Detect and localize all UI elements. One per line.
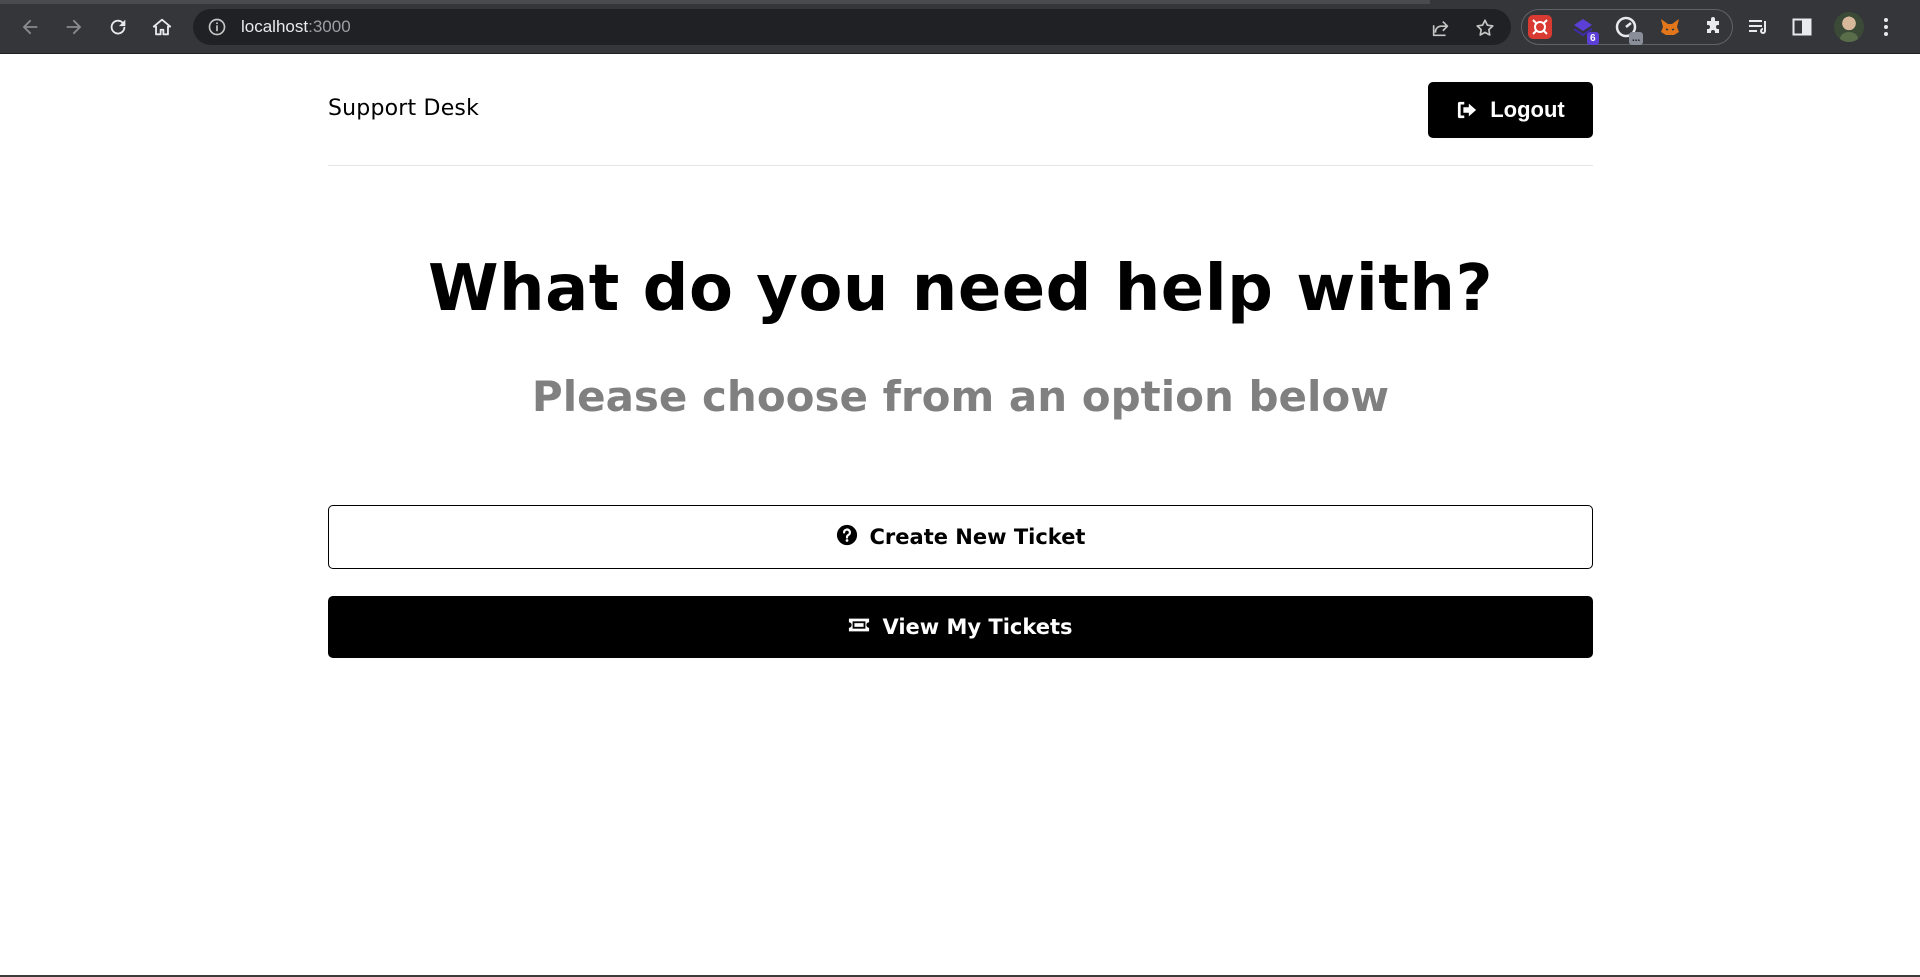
bookmark-star-icon[interactable] [1474,17,1496,39]
sign-out-icon [1458,101,1477,119]
content-container: Support Desk Logout What do you need hel… [328,54,1593,658]
tab-strip-edge [0,0,1430,4]
url-host: localhost [241,17,309,36]
site-logo-link[interactable]: Support Desk [328,96,479,121]
view-my-tickets-label: View My Tickets [882,615,1073,639]
url-port: :3000 [308,17,351,36]
page-subheading: Please choose from an option below [531,372,1390,421]
page-viewport: Support Desk Logout What do you need hel… [0,54,1920,977]
extension-badge-count: 6 [1587,32,1599,45]
home-icon [152,18,172,36]
logout-button[interactable]: Logout [1428,82,1593,138]
share-icon[interactable] [1430,17,1452,39]
url-text: localhost:3000 [241,17,351,37]
reload-button[interactable] [102,11,134,43]
create-new-ticket-label: Create New Ticket [869,525,1086,549]
browser-toolbar: localhost:3000 6 ... [0,0,1920,54]
ticket-icon [849,618,870,632]
question-circle-icon [836,524,857,546]
puzzle-extensions-icon[interactable] [1702,15,1726,39]
home-button[interactable] [146,11,178,43]
more-menu-icon[interactable] [1882,15,1890,39]
info-icon[interactable] [207,17,227,37]
extension-red-icon[interactable] [1528,15,1552,39]
metamask-fox-icon[interactable] [1658,15,1682,39]
address-bar[interactable]: localhost:3000 [193,9,1511,45]
arrow-right-icon [66,19,82,35]
page-heading: What do you need help with? [427,252,1494,326]
site-header: Support Desk Logout [328,54,1593,166]
back-button[interactable] [14,11,46,43]
profile-avatar[interactable] [1834,12,1864,42]
view-my-tickets-button[interactable]: View My Tickets [328,596,1593,658]
forward-button[interactable] [58,11,90,43]
create-new-ticket-button[interactable]: Create New Ticket [328,505,1593,569]
logout-label: Logout [1490,97,1565,122]
reading-list-icon[interactable] [1746,15,1770,39]
arrow-left-icon [22,19,38,35]
extension-badge-dots: ... [1629,32,1644,45]
side-panel-icon[interactable] [1790,15,1814,39]
reload-icon [110,19,126,35]
